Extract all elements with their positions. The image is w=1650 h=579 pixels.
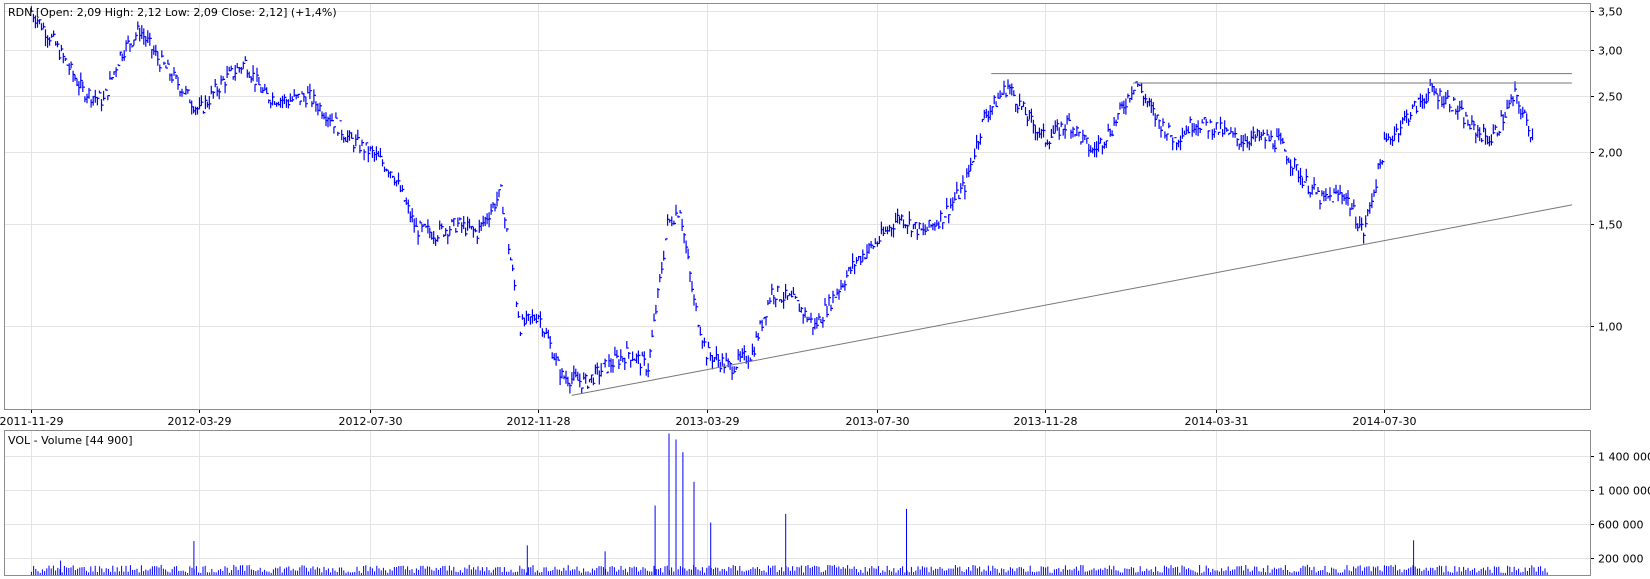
- volume-y-tick-label: 600 000: [1598, 519, 1644, 532]
- price-x-tick-label: 2014-03-31: [1185, 415, 1249, 428]
- volume-bars: [30, 433, 1548, 575]
- price-x-tick-label: 2011-11-29: [0, 415, 63, 428]
- price-x-tick-label: 2012-03-29: [168, 415, 232, 428]
- volume-grid: [5, 431, 1590, 575]
- price-x-tick-label: 2014-07-30: [1353, 415, 1417, 428]
- price-y-tick-label: 2,50: [1598, 91, 1623, 104]
- price-y-tick-label: 1,50: [1598, 219, 1623, 232]
- price-x-tick-label: 2012-07-30: [339, 415, 403, 428]
- price-y-axis: 1,00 1,50 2,00 2,50 3,00 3,50: [1590, 6, 1623, 334]
- price-x-tick-label: 2013-11-28: [1014, 415, 1078, 428]
- volume-header: VOL - Volume [44 900]: [8, 434, 133, 447]
- price-panel: 2011-11-29 2012-03-29 2012-07-30 2012-11-28…: [0, 3, 1623, 428]
- volume-y-tick-label: 200 000: [1598, 553, 1644, 566]
- price-y-tick-label: 3,50: [1598, 6, 1623, 19]
- volume-panel: 200 000 600 000 1 000 000 1 400 000 VOL - V…: [4, 430, 1650, 576]
- price-y-tick-label: 3,00: [1598, 45, 1623, 58]
- stock-chart: 2011-11-29 2012-03-29 2012-07-30 2012-11-28…: [0, 3, 1650, 576]
- volume-y-axis: 200 000 600 000 1 000 000 1 400 000: [1590, 451, 1650, 566]
- volume-y-tick-label: 1 000 000: [1598, 485, 1650, 498]
- volume-frame: [4, 430, 1591, 576]
- price-y-tick-label: 2,00: [1598, 147, 1623, 160]
- chart-stage: 2011-11-29 2012-03-29 2012-07-30 2012-11-28…: [0, 0, 1650, 579]
- price-x-tick-label: 2013-07-30: [846, 415, 910, 428]
- price-x-tick-label: 2013-03-29: [676, 415, 740, 428]
- price-x-tick-label: 2012-11-28: [507, 415, 571, 428]
- volume-y-tick-label: 1 400 000: [1598, 451, 1650, 464]
- price-header: RDN [Open: 2,09 High: 2,12 Low: 2,09 Clo…: [8, 6, 337, 19]
- price-y-tick-label: 1,00: [1598, 321, 1623, 334]
- price-x-axis: 2011-11-29 2012-03-29 2012-07-30 2012-11-28…: [0, 409, 1416, 428]
